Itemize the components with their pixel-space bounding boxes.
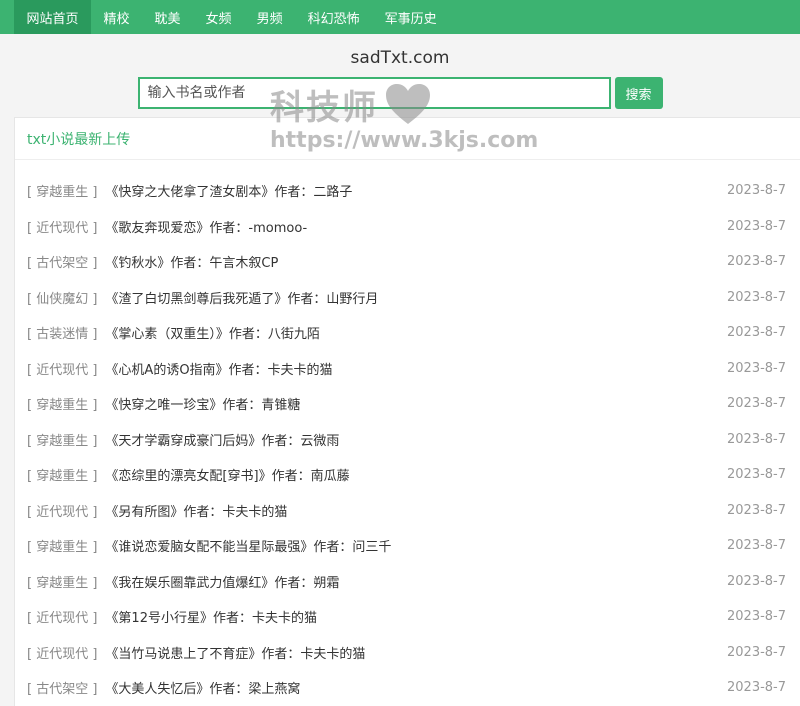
book-category-link[interactable]: [ 仙侠魔幻 ] [27, 288, 97, 307]
book-category-link[interactable]: [ 古代架空 ] [27, 678, 97, 697]
book-date: 2023-8-7 [727, 396, 787, 412]
book-title-link[interactable]: 《渣了白切黑剑尊后我死遁了》作者：山野行月 [105, 288, 378, 307]
book-date: 2023-8-7 [727, 467, 787, 483]
section-title: txt小说最新上传 [15, 118, 800, 160]
book-date: 2023-8-7 [727, 325, 787, 341]
book-category-link[interactable]: [ 穿越重生 ] [27, 181, 97, 200]
book-date: 2023-8-7 [727, 431, 787, 447]
book-date: 2023-8-7 [727, 644, 787, 660]
book-category-link[interactable]: [ 古装迷情 ] [27, 323, 97, 342]
book-date: 2023-8-7 [727, 538, 787, 554]
book-date: 2023-8-7 [727, 502, 787, 518]
nav-item-male[interactable]: 男频 [244, 0, 295, 34]
book-title-link[interactable]: 《快穿之大佬拿了渣女剧本》作者：二路子 [105, 181, 352, 200]
book-title-link[interactable]: 《天才学霸穿成豪门后妈》作者：云微雨 [105, 430, 339, 449]
book-date: 2023-8-7 [727, 609, 787, 625]
book-category-link[interactable]: [ 穿越重生 ] [27, 465, 97, 484]
book-title-link[interactable]: 《掌心素（双重生）》作者：八街九陌 [105, 323, 320, 342]
book-date: 2023-8-7 [727, 218, 787, 234]
book-category-link[interactable]: [ 近代现代 ] [27, 643, 97, 662]
book-row: [ 近代现代 ] 《另有所图》作者：卡夫卡的猫 2023-8-7 [15, 493, 800, 529]
book-category-link[interactable]: [ 穿越重生 ] [27, 430, 97, 449]
book-row: [ 近代现代 ] 《第12号小行星》作者：卡夫卡的猫 2023-8-7 [15, 599, 800, 635]
book-date: 2023-8-7 [727, 360, 787, 376]
book-title-link[interactable]: 《心机A的诱O指南》作者：卡夫卡的猫 [105, 359, 332, 378]
book-title-link[interactable]: 《第12号小行星》作者：卡夫卡的猫 [105, 607, 317, 626]
book-title-link[interactable]: 《快穿之唯一珍宝》作者：青锥糖 [105, 394, 300, 413]
book-title-link[interactable]: 《我在娱乐圈靠武力值爆红》作者：朔霜 [105, 572, 339, 591]
book-row: [ 穿越重生 ] 《我在娱乐圈靠武力值爆红》作者：朔霜 2023-8-7 [15, 564, 800, 600]
book-row: [ 穿越重生 ] 《快穿之唯一珍宝》作者：青锥糖 2023-8-7 [15, 386, 800, 422]
nav-item-military-history[interactable]: 军事历史 [372, 0, 449, 34]
book-category-link[interactable]: [ 近代现代 ] [27, 359, 97, 378]
book-category-link[interactable]: [ 穿越重生 ] [27, 394, 97, 413]
book-row: [ 古装迷情 ] 《掌心素（双重生）》作者：八街九陌 2023-8-7 [15, 315, 800, 351]
search-bar: 搜索 [0, 77, 800, 109]
book-row: [ 穿越重生 ] 《快穿之大佬拿了渣女剧本》作者：二路子 2023-8-7 [15, 173, 800, 209]
book-category-link[interactable]: [ 穿越重生 ] [27, 572, 97, 591]
book-title-link[interactable]: 《钓秋水》作者：午言木叙CP [105, 252, 278, 271]
book-title-link[interactable]: 《谁说恋爱脑女配不能当星际最强》作者：问三千 [105, 536, 391, 555]
book-row: [ 穿越重生 ] 《恋综里的漂亮女配[穿书]》作者：南瓜藤 2023-8-7 [15, 457, 800, 493]
book-category-link[interactable]: [ 古代架空 ] [27, 252, 97, 271]
book-date: 2023-8-7 [727, 183, 787, 199]
book-date: 2023-8-7 [727, 573, 787, 589]
top-nav: 网站首页 精校 耽美 女频 男频 科幻恐怖 军事历史 [0, 0, 800, 34]
book-date: 2023-8-7 [727, 680, 787, 696]
book-category-link[interactable]: [ 近代现代 ] [27, 607, 97, 626]
book-title-link[interactable]: 《当竹马说患上了不育症》作者：卡夫卡的猫 [105, 643, 365, 662]
book-category-link[interactable]: [ 穿越重生 ] [27, 536, 97, 555]
book-title-link[interactable]: 《另有所图》作者：卡夫卡的猫 [105, 501, 287, 520]
nav-item-proofread[interactable]: 精校 [91, 0, 142, 34]
book-category-link[interactable]: [ 近代现代 ] [27, 217, 97, 236]
site-title: sadTxt.com [350, 48, 450, 68]
book-row: [ 近代现代 ] 《歌友奔现爱恋》作者：-momoo- 2023-8-7 [15, 209, 800, 245]
book-date: 2023-8-7 [727, 254, 787, 270]
search-input[interactable] [137, 77, 611, 109]
book-title-link[interactable]: 《歌友奔现爱恋》作者：-momoo- [105, 217, 307, 236]
book-row: [ 穿越重生 ] 《天才学霸穿成豪门后妈》作者：云微雨 2023-8-7 [15, 422, 800, 458]
book-row: [ 穿越重生 ] 《谁说恋爱脑女配不能当星际最强》作者：问三千 2023-8-7 [15, 528, 800, 564]
nav-item-home[interactable]: 网站首页 [14, 0, 92, 34]
book-row: [ 近代现代 ] 《心机A的诱O指南》作者：卡夫卡的猫 2023-8-7 [15, 351, 800, 387]
latest-uploads-panel: txt小说最新上传 [ 穿越重生 ] 《快穿之大佬拿了渣女剧本》作者：二路子 202… [14, 117, 800, 706]
search-button[interactable]: 搜索 [614, 77, 663, 109]
nav-item-female[interactable]: 女频 [193, 0, 244, 34]
book-date: 2023-8-7 [727, 289, 787, 305]
book-list: [ 穿越重生 ] 《快穿之大佬拿了渣女剧本》作者：二路子 2023-8-7[ 近代现… [15, 160, 800, 706]
book-row: [ 仙侠魔幻 ] 《渣了白切黑剑尊后我死遁了》作者：山野行月 2023-8-7 [15, 280, 800, 316]
book-category-link[interactable]: [ 近代现代 ] [27, 501, 97, 520]
book-title-link[interactable]: 《恋综里的漂亮女配[穿书]》作者：南瓜藤 [105, 465, 349, 484]
book-row: [ 近代现代 ] 《当竹马说患上了不育症》作者：卡夫卡的猫 2023-8-7 [15, 635, 800, 671]
book-title-link[interactable]: 《大美人失忆后》作者：梁上燕窝 [105, 678, 300, 697]
nav-item-danmei[interactable]: 耽美 [142, 0, 193, 34]
book-row: [ 古代架空 ] 《大美人失忆后》作者：梁上燕窝 2023-8-7 [15, 670, 800, 706]
nav-item-scifi-horror[interactable]: 科幻恐怖 [295, 0, 372, 34]
book-row: [ 古代架空 ] 《钓秋水》作者：午言木叙CP 2023-8-7 [15, 244, 800, 280]
